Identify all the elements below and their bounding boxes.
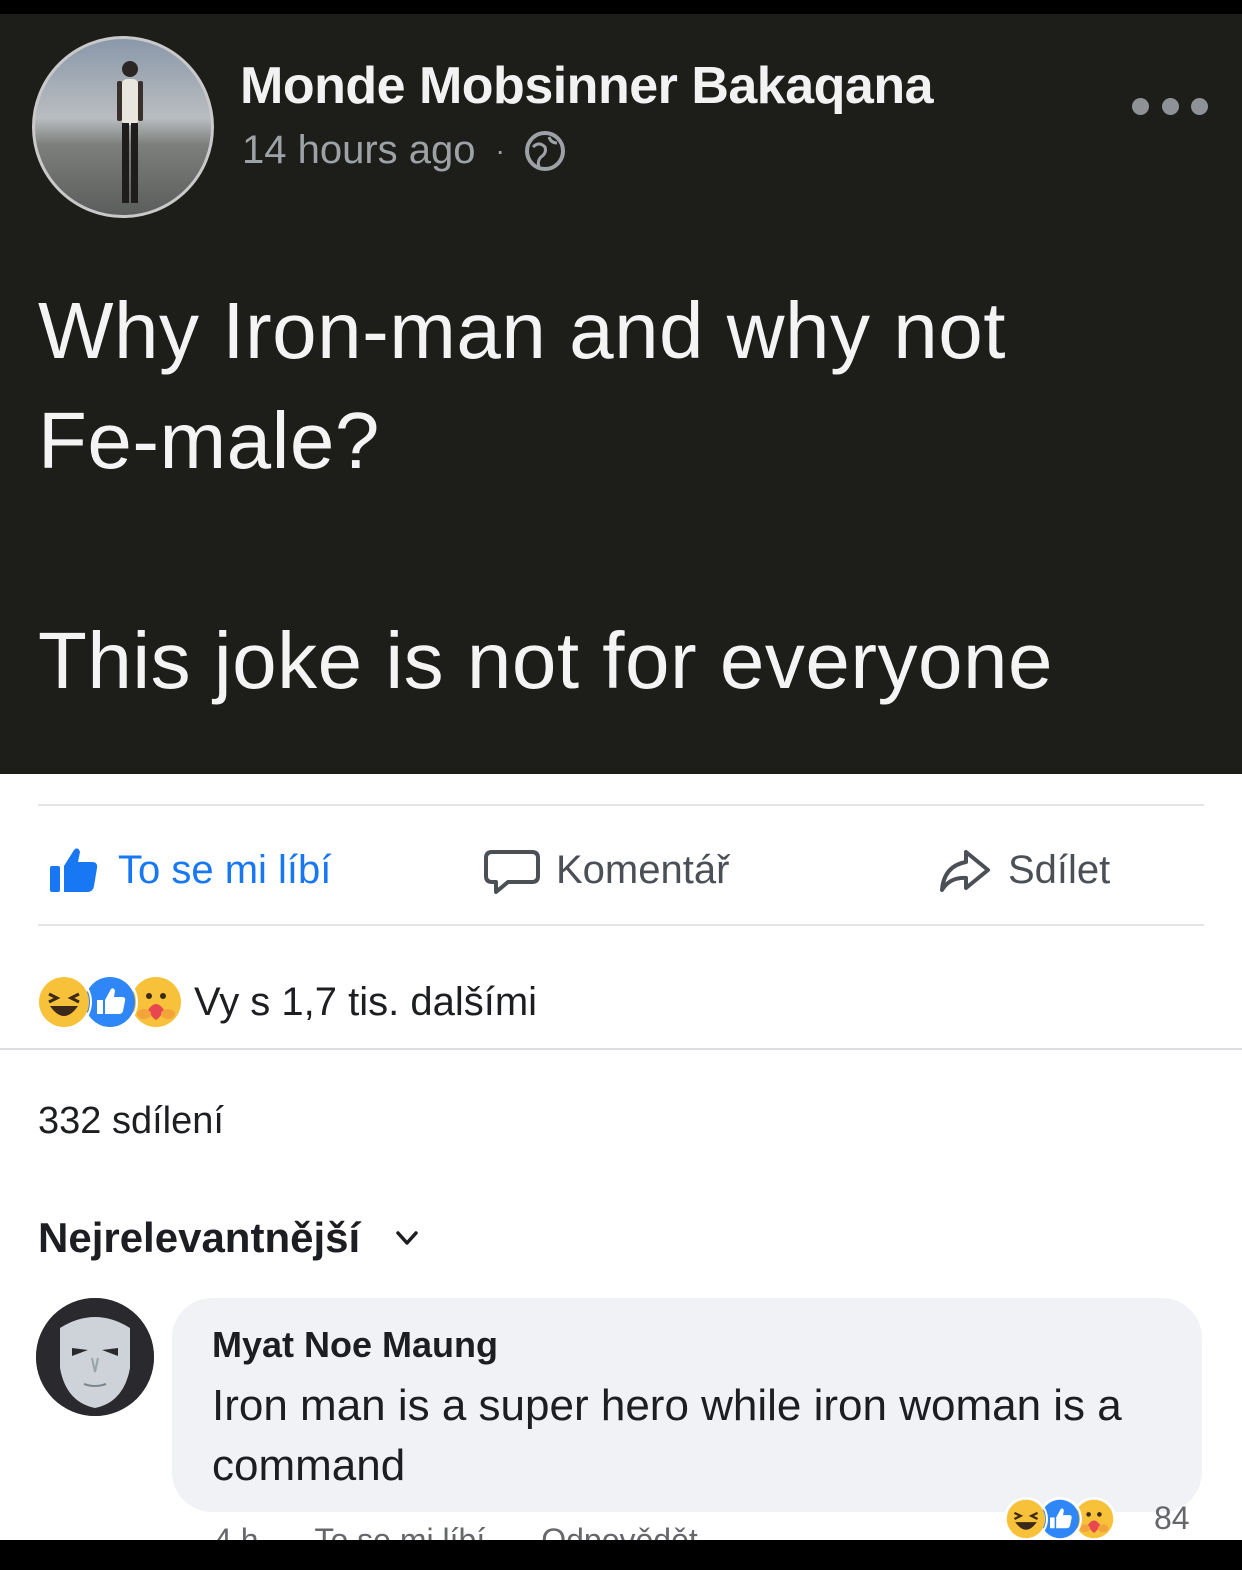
like-button[interactable]: To se mi líbí: [46, 840, 331, 900]
post-text-line: Fe-male?: [38, 396, 380, 485]
comment-sort-dropdown[interactable]: Nejrelevantnější: [38, 1214, 422, 1262]
post-meta: 14 hours ago ·: [242, 128, 567, 173]
post-text-line: Why Iron-man and why not: [38, 286, 1006, 375]
reactions-summary-text: Vy s 1,7 tis. dalšími: [194, 979, 538, 1024]
share-icon: [940, 850, 990, 892]
haha-icon: [36, 974, 92, 1030]
comment-like-link[interactable]: To se mi líbí: [314, 1522, 485, 1540]
post-author-name[interactable]: Monde Mobsinner Bakaqana: [240, 56, 934, 116]
comment-button[interactable]: Komentář: [484, 840, 729, 900]
shares-count[interactable]: 332 sdílení: [38, 1100, 224, 1143]
share-button[interactable]: Sdílet: [936, 840, 1110, 900]
post-text-line: This joke is not for everyone: [38, 616, 1053, 705]
meta-separator: ·: [495, 134, 505, 166]
post-timestamp[interactable]: 14 hours ago: [242, 128, 476, 173]
comment-reaction-count: 84: [1154, 1499, 1190, 1536]
share-button-label: Sdílet: [1008, 847, 1111, 892]
comment-button-label: Komentář: [556, 847, 730, 892]
haha-icon: [1004, 1497, 1048, 1540]
like-button-label: To se mi líbí: [118, 847, 332, 892]
reaction-icons: [36, 974, 186, 1030]
comment-footer: 4 h To se mi líbí Odpovědět: [214, 1522, 754, 1540]
globe-icon: [524, 130, 565, 171]
comment-reaction-icons: [1004, 1497, 1152, 1540]
more-options-icon[interactable]: [1132, 94, 1208, 118]
author-avatar[interactable]: [32, 36, 214, 218]
divider: [0, 1048, 1242, 1050]
thumbs-up-icon: [50, 848, 98, 892]
facebook-post-card: Monde Mobsinner Bakaqana 14 hours ago · …: [0, 14, 1242, 1540]
post-header-dark: Monde Mobsinner Bakaqana 14 hours ago · …: [0, 14, 1242, 774]
comment-reply-link[interactable]: Odpovědět: [541, 1522, 698, 1540]
comment-reactions[interactable]: 84: [1004, 1497, 1200, 1540]
comment-author[interactable]: Myat Noe Maung: [212, 1324, 498, 1366]
post-text-line: [38, 496, 1228, 606]
divider: [38, 924, 1204, 926]
comment-icon: [484, 850, 540, 894]
commenter-avatar[interactable]: [36, 1298, 154, 1416]
divider: [38, 804, 1204, 806]
mask-avatar-image: [36, 1298, 154, 1416]
comment-time[interactable]: 4 h: [214, 1522, 258, 1540]
comment-bubble: Myat Noe Maung Iron man is a super hero …: [172, 1298, 1202, 1512]
post-text: Why Iron-man and why not Fe-male? This j…: [38, 276, 1228, 716]
reactions-summary[interactable]: Vy s 1,7 tis. dalšími: [36, 974, 537, 1030]
avatar-person-figure: [117, 61, 143, 203]
chevron-down-icon: [396, 1231, 418, 1245]
comment-text: Iron man is a super hero while iron woma…: [212, 1381, 1122, 1490]
comment-sort-label: Nejrelevantnější: [38, 1214, 361, 1261]
